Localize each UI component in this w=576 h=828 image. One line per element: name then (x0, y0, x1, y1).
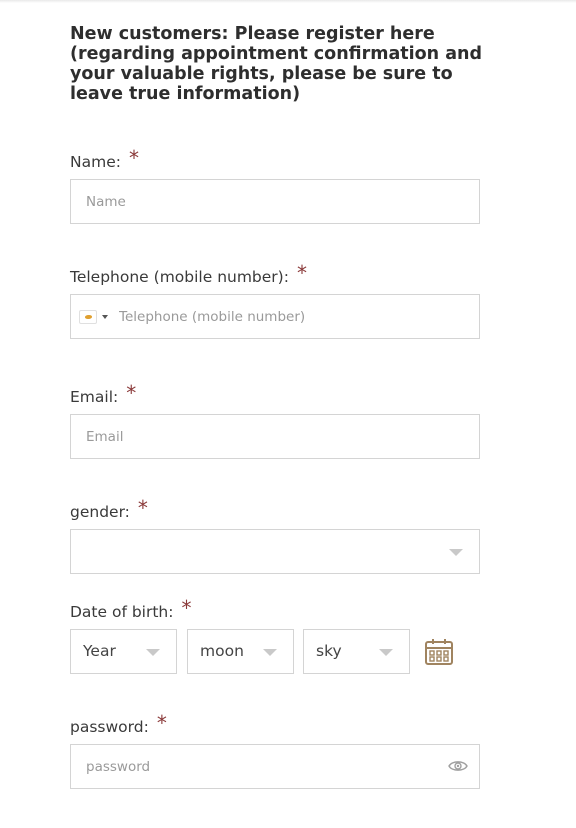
email-label-row: Email: * (70, 381, 137, 407)
required-asterisk: * (156, 711, 167, 735)
dob-day-select[interactable]: sky (303, 629, 410, 674)
dob-label: Date of birth: (70, 603, 174, 621)
dob-month-value: moon (200, 642, 244, 660)
top-shadow-bar (0, 0, 576, 3)
name-field[interactable] (70, 179, 480, 224)
required-asterisk: * (128, 146, 139, 170)
chevron-down-icon (263, 649, 277, 656)
calendar-icon[interactable] (425, 639, 453, 665)
required-asterisk: * (296, 261, 307, 285)
phone-label: Telephone (mobile number): (70, 268, 289, 286)
dob-year-select[interactable]: Year (70, 629, 177, 674)
password-label: password: (70, 718, 149, 736)
required-asterisk: * (137, 496, 148, 520)
email-label: Email: (70, 388, 119, 406)
name-label: Name: (70, 153, 121, 171)
phone-field[interactable] (70, 294, 480, 339)
dob-day-value: sky (316, 642, 342, 660)
form-title: New customers: Please register here (reg… (70, 24, 483, 104)
password-input[interactable] (71, 745, 479, 788)
email-field[interactable] (70, 414, 480, 459)
password-field[interactable] (70, 744, 480, 789)
dob-year-value: Year (83, 642, 116, 660)
name-input[interactable] (71, 180, 479, 223)
caret-down-icon (102, 315, 108, 319)
email-input[interactable] (71, 415, 479, 458)
chevron-down-icon (146, 649, 160, 656)
gender-label-row: gender: * (70, 496, 148, 522)
required-asterisk: * (126, 381, 137, 405)
phone-input[interactable] (71, 295, 479, 338)
country-code-selector[interactable] (79, 307, 113, 327)
phone-label-row: Telephone (mobile number): * (70, 261, 307, 287)
dob-label-row: Date of birth: * (70, 596, 192, 622)
gender-label: gender: (70, 503, 130, 521)
name-label-row: Name: * (70, 146, 139, 172)
gender-select[interactable] (70, 529, 480, 574)
flag-icon (79, 310, 97, 324)
eye-icon[interactable] (448, 759, 468, 773)
password-label-row: password: * (70, 711, 167, 737)
chevron-down-icon (379, 649, 393, 656)
chevron-down-icon (449, 549, 463, 556)
dob-month-select[interactable]: moon (187, 629, 294, 674)
required-asterisk: * (181, 596, 192, 620)
